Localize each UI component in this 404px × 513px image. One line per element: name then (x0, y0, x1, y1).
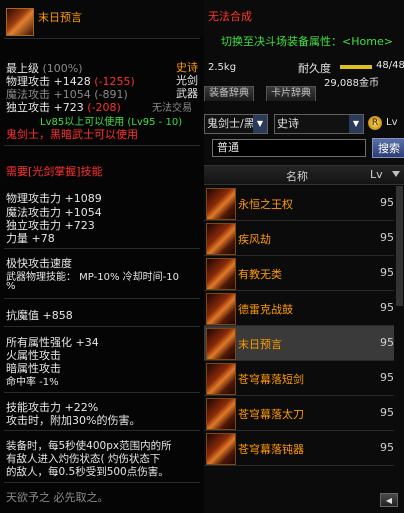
list-item[interactable]: 永恒之王权 95 (204, 186, 394, 221)
divider (4, 430, 200, 431)
weapon-icon (206, 433, 236, 465)
item-name: 末日预言 (238, 338, 282, 351)
weapon-icon (206, 293, 236, 325)
item-tooltip: 末日预言 最上级 (100%) 史诗 物理攻击 +1428 (-1255) 光剑… (0, 0, 205, 513)
panel-title: 无法合成 (208, 10, 252, 23)
divider (4, 326, 200, 327)
tab-card-dictionary[interactable]: 卡片辞典 (266, 86, 316, 101)
attack-bonus: 攻击时，附加30%的伤害。 (6, 414, 141, 427)
item-name: 苍穹幕落钝器 (238, 443, 304, 456)
tab-equipment-dictionary[interactable]: 装备辞典 (204, 86, 254, 101)
item-level: 95 (380, 266, 394, 279)
trade-status: 无法交易 (152, 103, 192, 114)
weapon-icon (206, 398, 236, 430)
list-item[interactable]: 有教无类 95 (204, 256, 394, 291)
class-select-value: 鬼剑士/黑 (207, 117, 255, 130)
search-input[interactable] (212, 139, 366, 157)
weapon-icon (206, 363, 236, 395)
class-select[interactable]: 鬼剑士/黑 ▼ (204, 114, 268, 134)
item-dictionary-panel: 无法合成 切换至决斗场装备属性：<Home> 2.5kg 耐久度 48/48 2… (204, 0, 404, 513)
item-level: 95 (380, 406, 394, 419)
divider (4, 38, 200, 39)
weapon-skill: 武器物理技能： MP-10% 冷却时间-10 (6, 272, 179, 283)
stat-str: 力量 +78 (6, 232, 55, 245)
flavor-text: 天欲予之 必先取之。 (6, 491, 109, 504)
weapon-icon (206, 328, 236, 360)
item-name: 德雷克战鼓 (238, 303, 293, 316)
switch-pvp-stats-button[interactable]: 切换至决斗场装备属性：<Home> (214, 32, 400, 52)
item-level: 95 (380, 196, 394, 209)
sort-arrow-icon[interactable] (392, 171, 400, 177)
item-name: 有教无类 (238, 268, 282, 281)
anti-devil: 抗魔值 +858 (6, 309, 73, 322)
hit-rate: 命中率 -1% (6, 377, 59, 388)
column-header-lv[interactable]: Lv (370, 168, 383, 181)
divider (4, 298, 200, 299)
item-name: 末日预言 (38, 11, 82, 24)
dictionary-tabs: 装备辞典 卡片辞典 (204, 86, 404, 101)
skill-requirement: 需要[光剑掌握]技能 (6, 165, 103, 178)
scroll-left-button[interactable]: ◀ (380, 493, 398, 507)
item-list: 永恒之王权 95 疾风劫 95 有教无类 95 德雷克战鼓 95 末日预言 95… (204, 186, 404, 486)
list-item[interactable]: 苍穹幕落太刀 95 (204, 396, 394, 431)
scrollbar-thumb[interactable] (396, 186, 403, 306)
chevron-down-icon: ▼ (349, 115, 363, 133)
item-name: 永恒之王权 (238, 198, 293, 211)
item-name: 苍穹幕落太刀 (238, 408, 304, 421)
durability-value: 48/48 (376, 60, 404, 71)
durability-bar (340, 65, 372, 69)
column-header-name[interactable]: 名称 (286, 168, 308, 184)
list-item-selected[interactable]: 末日预言 95 (204, 326, 394, 361)
item-level: 95 (380, 371, 394, 384)
item-level: 95 (380, 231, 394, 244)
chevron-down-icon: ▼ (253, 115, 267, 133)
weapon-icon (206, 258, 236, 290)
rarity-select-value: 史诗 (277, 117, 299, 130)
equip-effect-3: 的敌人，每0.5秒受到500点伤害。 (6, 466, 169, 478)
item-name: 苍穹幕落短剑 (238, 373, 304, 386)
weapon-icon (206, 223, 236, 255)
weapon-skill-cont: % (6, 281, 16, 292)
search-button[interactable]: 搜索 (372, 138, 404, 158)
item-level: 95 (380, 336, 394, 349)
divider (4, 248, 200, 249)
item-level: 95 (380, 441, 394, 454)
item-name: 疾风劫 (238, 233, 271, 246)
list-item[interactable]: 德雷克战鼓 95 (204, 291, 394, 326)
rarity-select[interactable]: 史诗 ▼ (274, 114, 364, 134)
item-level: 95 (380, 301, 394, 314)
list-header: 名称 Lv (204, 165, 404, 185)
divider (4, 392, 200, 393)
divider (4, 482, 200, 483)
list-item[interactable]: 苍穹幕落短剑 95 (204, 361, 394, 396)
list-item[interactable]: 疾风劫 95 (204, 221, 394, 256)
level-filter-label: Lv (386, 117, 398, 128)
item-weight: 2.5kg (208, 62, 237, 73)
divider (4, 145, 200, 146)
weapon-icon (206, 188, 236, 220)
list-item[interactable]: 苍穹幕落钝器 95 (204, 431, 394, 466)
class-requirement: 鬼剑士，黑暗武士可以使用 (6, 128, 138, 141)
weapon-icon (6, 8, 34, 36)
level-filter-icon[interactable]: R (368, 116, 382, 130)
